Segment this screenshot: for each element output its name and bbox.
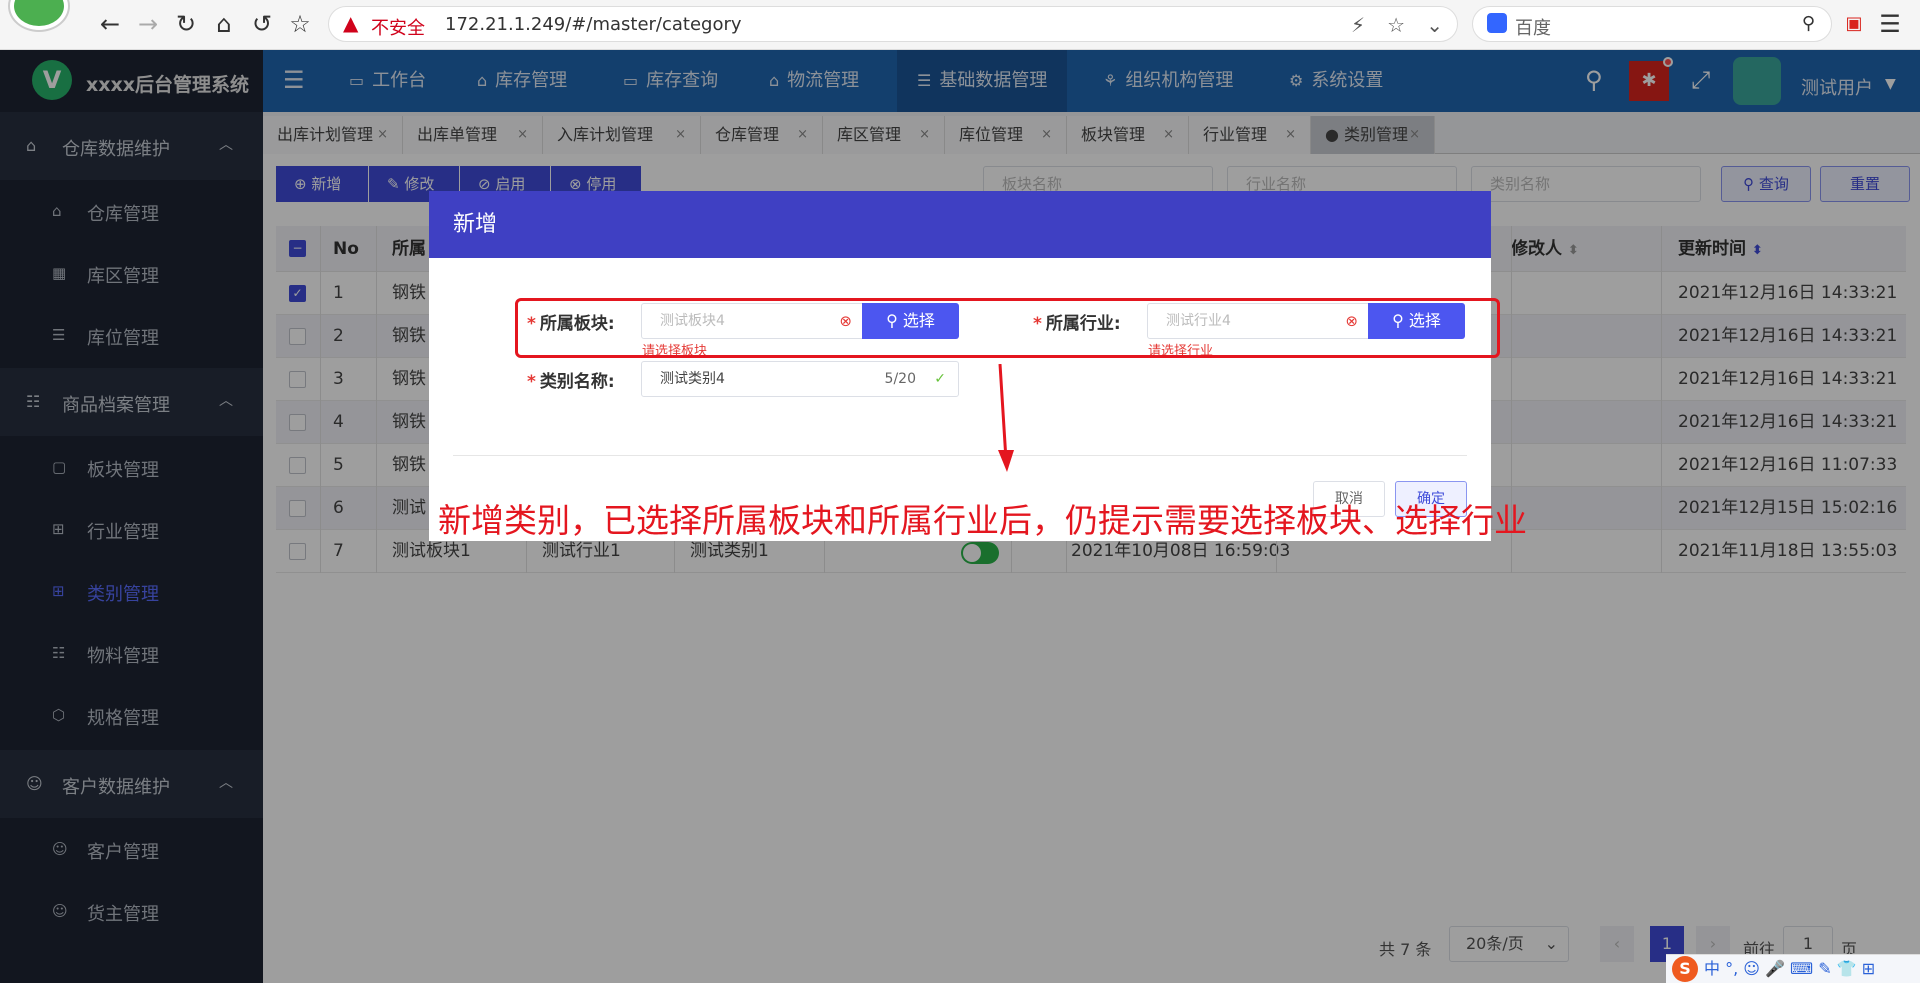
- forward-icon[interactable]: →: [134, 10, 162, 38]
- browser-search-box[interactable]: 百度 ⚲: [1472, 6, 1832, 42]
- undo-icon[interactable]: ↺: [248, 10, 276, 38]
- baidu-icon: [1487, 13, 1507, 33]
- menu-icon[interactable]: ☰: [1876, 10, 1904, 38]
- address-bar[interactable]: ▲ 不安全 172.21.1.249/#/master/category ⚡ ☆…: [328, 6, 1458, 42]
- category-label: * 类别名称:: [527, 367, 615, 392]
- dialog-divider: [453, 455, 1467, 456]
- bookmark-star-icon[interactable]: ☆: [286, 10, 314, 38]
- ime-label: 中 °,: [1704, 959, 1739, 978]
- reload-icon[interactable]: ↻: [172, 10, 200, 38]
- char-count: 5/20: [884, 371, 916, 387]
- category-label-text: 类别名称:: [539, 372, 615, 392]
- highlight-box: [515, 298, 1500, 358]
- browser-logo-icon: [10, 0, 68, 30]
- warning-icon: ▲: [343, 11, 359, 35]
- star-icon[interactable]: ☆: [1387, 13, 1405, 37]
- search-icon[interactable]: ⚲: [1802, 13, 1815, 34]
- browser-toolbar: ← → ↻ ⌂ ↺ ☆ ▲ 不安全 172.21.1.249/#/master/…: [0, 0, 1920, 50]
- search-placeholder: 百度: [1515, 18, 1551, 39]
- insecure-label: 不安全: [371, 18, 425, 39]
- check-circle-icon: ✓: [934, 371, 946, 387]
- ime-toolbar[interactable]: S中 °, ☺ 🎤 ⌨ ✎ 👕 ⊞: [1666, 954, 1920, 983]
- annotation-text: 新增类别，已选择所属板块和所属行业后，仍提示需要选择板块、选择行业: [438, 501, 1527, 540]
- home-icon[interactable]: ⌂: [210, 10, 238, 38]
- chevron-down-icon[interactable]: ⌄: [1426, 13, 1443, 37]
- sogou-icon: S: [1672, 956, 1698, 982]
- category-field[interactable]: 测试类别4 5/20 ✓: [641, 361, 959, 397]
- url-text[interactable]: 172.21.1.249/#/master/category: [445, 14, 742, 35]
- dialog-title: 新增: [429, 191, 1491, 258]
- add-category-dialog: 新增 * 所属板块: 测试板块4 ⊗ ⚲ 选择 请选择板块 * 所属行业: 测试行业4…: [429, 191, 1491, 541]
- required-mark: *: [527, 372, 536, 392]
- pdf-icon[interactable]: ▣: [1840, 10, 1868, 38]
- lightning-icon[interactable]: ⚡: [1351, 13, 1365, 37]
- category-field-value: 测试类别4: [660, 371, 725, 387]
- back-icon[interactable]: ←: [96, 10, 124, 38]
- arrow-icon: [998, 364, 1014, 472]
